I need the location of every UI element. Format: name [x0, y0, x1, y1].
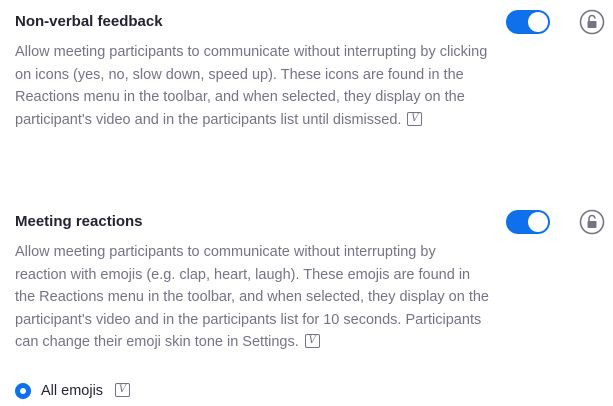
toggle-knob — [528, 12, 548, 32]
non-verbal-feedback-toggle[interactable] — [506, 10, 550, 34]
v-badge-icon: V — [407, 111, 423, 126]
setting-description-text: Allow meeting participants to communicat… — [15, 244, 489, 350]
meeting-reactions-toggle[interactable] — [506, 210, 550, 234]
setting-non-verbal-feedback: Non-verbal feedback Allow meeting partic… — [15, 9, 605, 131]
all-emojis-label: All emojis — [41, 383, 104, 399]
unlocked-padlock-icon[interactable] — [579, 209, 605, 235]
toggle-knob — [528, 212, 548, 232]
v-badge-icon: V — [304, 334, 320, 349]
unlocked-padlock-icon[interactable] — [579, 9, 605, 35]
setting-description: Allow meeting participants to communicat… — [15, 41, 490, 131]
all-emojis-option[interactable]: All emojis V — [15, 380, 131, 402]
all-emojis-radio[interactable] — [15, 383, 31, 399]
setting-description: Allow meeting participants to communicat… — [15, 241, 490, 354]
v-badge-icon: V — [115, 383, 131, 397]
setting-meeting-reactions: Meeting reactions Allow meeting particip… — [15, 209, 605, 354]
